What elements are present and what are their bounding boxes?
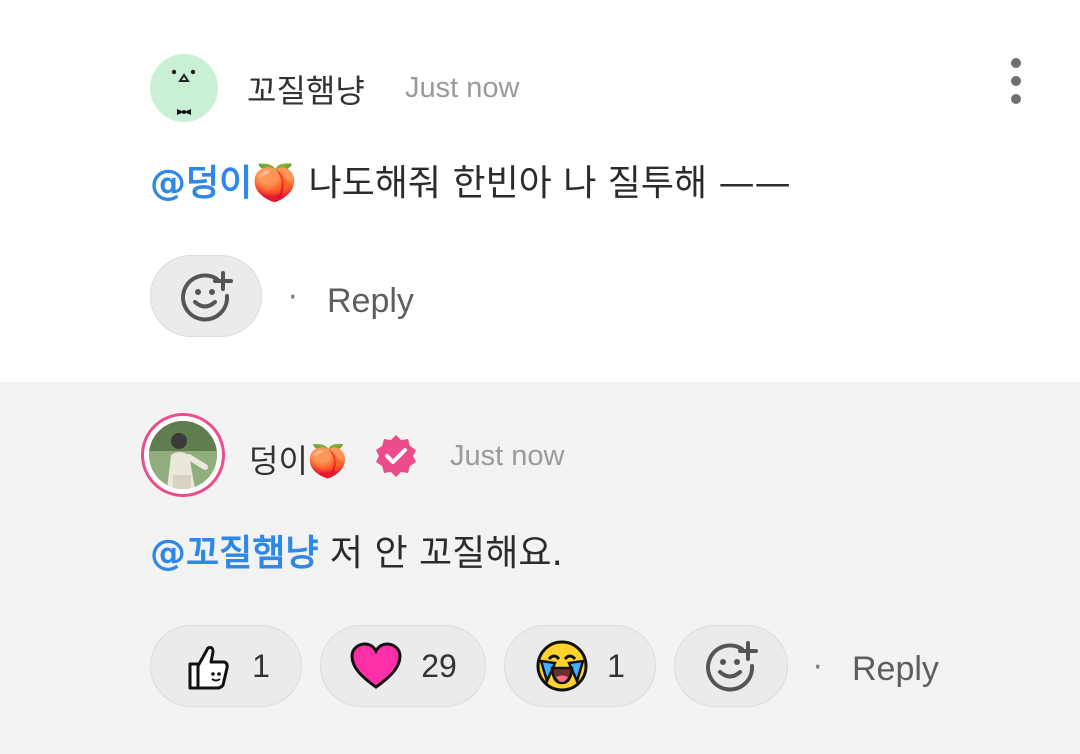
reply-button[interactable]: Reply bbox=[852, 650, 939, 689]
reaction-heart-button[interactable]: 29 bbox=[320, 625, 486, 707]
comment: 꼬질햄냥 Just now @덩이🍑 나도해줘 한빈아 나 질투해 —— · R… bbox=[0, 0, 1080, 382]
add-reaction-icon bbox=[706, 641, 758, 692]
reaction-thumbs-up-button[interactable]: 1 bbox=[150, 625, 302, 707]
heart-icon bbox=[350, 642, 402, 689]
thumbs-up-icon bbox=[188, 646, 229, 690]
add-reaction-icon bbox=[181, 271, 233, 322]
comment-text: @꼬질햄냥 저 안 꼬질해요. bbox=[150, 524, 563, 576]
mention-link[interactable]: @덩이🍑 bbox=[150, 163, 297, 204]
more-options-icon[interactable] bbox=[1006, 58, 1026, 104]
separator-dot: · bbox=[813, 650, 823, 685]
verified-badge-icon bbox=[376, 435, 416, 477]
reaction-count: 1 bbox=[252, 647, 270, 684]
comment-body: 저 안 꼬질해요. bbox=[318, 533, 563, 574]
separator-dot: · bbox=[288, 280, 298, 315]
reaction-count: 1 bbox=[607, 647, 625, 684]
comment-author[interactable]: 덩이🍑 bbox=[249, 436, 348, 482]
comment-text: @덩이🍑 나도해줘 한빈아 나 질투해 —— bbox=[150, 154, 791, 206]
add-reaction-button[interactable] bbox=[150, 255, 262, 337]
reaction-crying-laughing-button[interactable]: 1 bbox=[504, 625, 656, 707]
comment-timestamp: Just now bbox=[405, 72, 520, 104]
profile-photo bbox=[149, 421, 217, 489]
comment-body: 나도해줘 한빈아 나 질투해 —— bbox=[297, 163, 791, 204]
add-reaction-button[interactable] bbox=[674, 625, 788, 707]
hamster-avatar-icon bbox=[150, 54, 218, 122]
reaction-count: 29 bbox=[421, 647, 457, 684]
mention-link[interactable]: @꼬질햄냥 bbox=[150, 533, 318, 574]
avatar[interactable] bbox=[149, 421, 217, 489]
comment-author[interactable]: 꼬질햄냥 bbox=[247, 66, 365, 112]
avatar[interactable] bbox=[150, 54, 218, 122]
comment-timestamp: Just now bbox=[450, 440, 565, 472]
crying-laughing-face-icon bbox=[536, 640, 588, 692]
reply-button[interactable]: Reply bbox=[327, 282, 414, 321]
